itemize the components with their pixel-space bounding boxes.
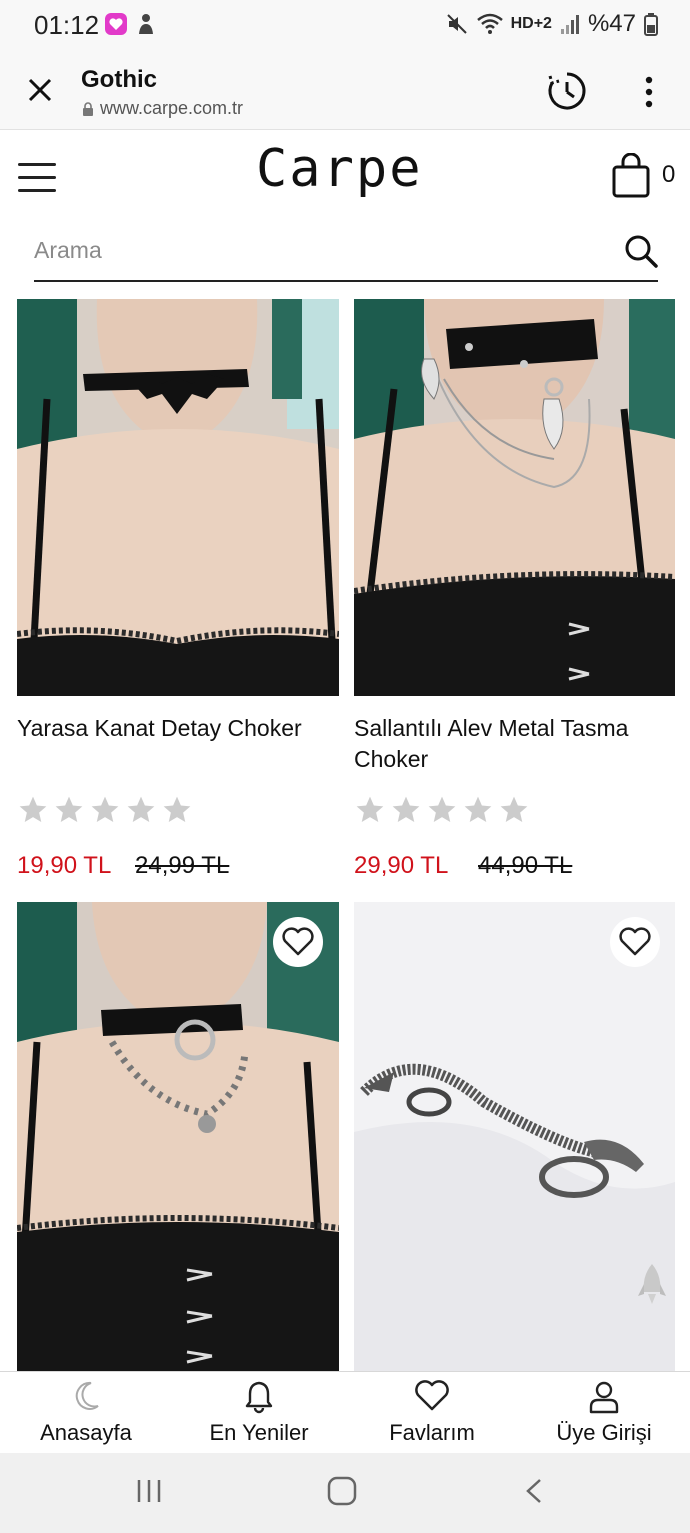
product-image[interactable]	[17, 902, 339, 1372]
nav-label: Anasayfa	[40, 1420, 132, 1445]
product-name[interactable]: Sallantılı Alev Metal Tasma Choker	[354, 713, 684, 775]
heart-icon	[282, 927, 314, 956]
original-price: 24,99 TL	[135, 852, 230, 879]
nav-label: Favlarım	[389, 1420, 475, 1445]
star-icon	[392, 796, 420, 822]
cart-count: 0	[662, 161, 676, 188]
product-name[interactable]: Yarasa Kanat Detay Choker	[17, 713, 347, 744]
star-icon	[91, 796, 119, 822]
star-icon	[356, 796, 384, 822]
favorite-button[interactable]	[273, 917, 323, 967]
search-icon[interactable]	[624, 234, 658, 268]
heart-icon	[619, 927, 651, 956]
heart-icon	[415, 1380, 449, 1411]
battery-icon	[644, 13, 658, 36]
star-icon	[55, 796, 83, 822]
favorite-button[interactable]	[610, 917, 660, 967]
user-icon	[589, 1381, 619, 1414]
star-icon	[464, 796, 492, 822]
mute-icon	[446, 14, 467, 34]
bottom-navigation: Anasayfa En Yeniler Favlarım Üye Girişi	[0, 1371, 690, 1453]
product-image[interactable]	[17, 299, 339, 696]
nav-label: Üye Girişi	[556, 1420, 652, 1445]
app-notification-icon	[139, 14, 153, 34]
star-icon	[127, 796, 155, 822]
nav-favorites[interactable]: Favlarım	[346, 1372, 518, 1454]
battery-percent: %47	[587, 10, 636, 37]
sale-price: 19,90 TL	[17, 852, 112, 879]
close-icon[interactable]	[22, 72, 58, 108]
url-display[interactable]: www.carpe.com.tr	[82, 98, 243, 119]
star-icon	[500, 796, 528, 822]
lock-icon	[83, 101, 93, 116]
site-logo[interactable]: Carpe	[256, 139, 423, 199]
sale-price: 29,90 TL	[354, 852, 449, 879]
nav-home[interactable]: Anasayfa	[0, 1372, 172, 1454]
star-icon	[163, 796, 191, 822]
network-type: HD+2	[510, 15, 552, 32]
site-header: Carpe 0	[0, 131, 690, 223]
browser-toolbar: Gothic www.carpe.com.tr	[0, 52, 690, 130]
system-navigation-bar	[0, 1453, 690, 1533]
wifi-icon	[476, 13, 503, 34]
history-icon[interactable]	[546, 70, 588, 112]
moon-icon	[75, 1381, 99, 1410]
nav-login[interactable]: Üye Girişi	[518, 1372, 690, 1454]
heart-app-icon	[105, 13, 127, 35]
shopping-bag-icon[interactable]	[610, 153, 652, 199]
original-price: 44,90 TL	[478, 852, 573, 879]
search-input[interactable]	[34, 230, 594, 270]
recent-apps-icon[interactable]	[134, 1477, 164, 1505]
url-text: www.carpe.com.tr	[100, 98, 244, 118]
home-icon[interactable]	[326, 1475, 358, 1507]
back-icon[interactable]	[522, 1477, 546, 1505]
bell-icon	[245, 1381, 273, 1414]
status-bar: 01:12 HD+2 %47	[0, 0, 690, 52]
nav-newest[interactable]: En Yeniler	[173, 1372, 345, 1454]
status-time: 01:12	[34, 10, 100, 40]
hamburger-menu-icon[interactable]	[18, 161, 58, 193]
rating-stars	[354, 794, 530, 826]
star-icon	[428, 796, 456, 822]
signal-icon	[560, 15, 579, 34]
rocket-icon[interactable]	[636, 1262, 668, 1306]
star-icon	[19, 796, 47, 822]
product-image[interactable]	[354, 902, 676, 1372]
nav-label: En Yeniler	[209, 1420, 309, 1445]
rating-stars	[17, 794, 193, 826]
product-image[interactable]	[354, 299, 676, 696]
page-title: Gothic	[81, 66, 157, 93]
search-bar	[34, 224, 658, 282]
overflow-menu-icon[interactable]	[638, 74, 660, 110]
